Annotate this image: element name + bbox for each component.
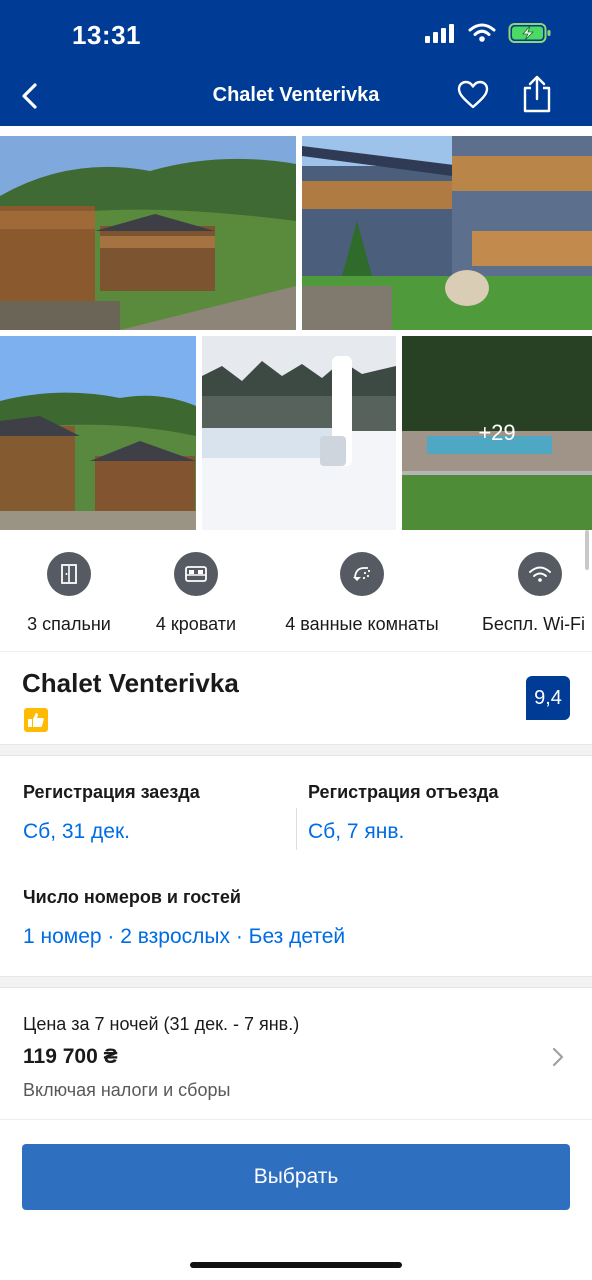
header: 13:31 Chalet Venterivka xyxy=(0,0,592,126)
gallery-photo[interactable] xyxy=(0,136,296,330)
select-button[interactable]: Выбрать xyxy=(22,1144,570,1210)
shower-icon xyxy=(340,552,384,596)
checkout-date[interactable]: Сб, 7 янв. xyxy=(308,820,404,844)
property-header: Chalet Venterivka 9,4 xyxy=(0,652,592,744)
amenity-label: 3 спальни xyxy=(27,614,111,634)
wifi-icon xyxy=(518,552,562,596)
amenity-beds: 4 кровати xyxy=(149,552,243,635)
bed-icon xyxy=(174,552,218,596)
status-icons xyxy=(424,22,552,44)
guests-label: Число номеров и гостей xyxy=(23,887,241,907)
gallery-photo[interactable] xyxy=(0,336,196,530)
amenity-label: 4 ванные комнаты xyxy=(285,614,439,634)
amenity-label: 4 кровати xyxy=(155,614,237,634)
heart-icon xyxy=(457,80,489,109)
price-label: Цена за 7 ночей (31 дек. - 7 янв.) xyxy=(23,1014,300,1034)
share-button[interactable] xyxy=(520,74,554,114)
photo-gallery: +29 xyxy=(0,126,592,530)
gallery-photo[interactable] xyxy=(202,336,396,530)
section-divider xyxy=(0,744,592,756)
status-time: 13:31 xyxy=(72,20,141,50)
home-indicator xyxy=(190,1262,402,1268)
battery-icon xyxy=(508,23,551,43)
price-amount: 119 700 ₴ xyxy=(23,1045,118,1068)
price-note: Включая налоги и сборы xyxy=(23,1080,231,1100)
more-photos-count: +29 xyxy=(402,336,592,530)
amenity-label: Беспл. Wi-Fi xyxy=(482,614,586,634)
door-icon xyxy=(47,552,91,596)
section-divider xyxy=(0,976,592,988)
guests-value[interactable]: 1 номер · 2 взрослых · Без детей xyxy=(23,925,345,949)
signal-icon xyxy=(425,24,454,43)
checkin-date[interactable]: Сб, 31 дек. xyxy=(23,820,130,844)
gallery-photo-more[interactable]: +29 xyxy=(402,336,592,530)
review-score[interactable]: 9,4 xyxy=(526,676,570,720)
chevron-right-icon xyxy=(552,1047,564,1067)
checkin-label: Регистрация заезда xyxy=(23,782,200,802)
gallery-photo[interactable] xyxy=(302,136,592,330)
amenity-bathrooms: 4 ванные комнаты xyxy=(276,552,448,635)
booking-details: Регистрация заезда Сб, 31 дек. Регистрац… xyxy=(0,756,592,976)
wifi-status-icon xyxy=(468,23,496,42)
thumbs-up-icon xyxy=(24,708,48,732)
amenity-bedrooms: 3 спальни xyxy=(22,552,116,635)
amenities-row: 3 спальни 4 кровати 4 ванные комнаты Бес… xyxy=(0,530,592,652)
share-icon xyxy=(523,75,551,113)
date-divider xyxy=(296,808,297,850)
price-summary[interactable]: Цена за 7 ночей (31 дек. - 7 янв.) 119 7… xyxy=(0,988,592,1120)
checkout-label: Регистрация отъезда xyxy=(308,782,499,802)
page-title: Chalet Venterivka xyxy=(212,84,380,106)
amenity-wifi: Беспл. Wi-Fi xyxy=(482,552,592,635)
property-name: Chalet Venterivka xyxy=(22,668,239,698)
favorite-button[interactable] xyxy=(456,78,490,112)
